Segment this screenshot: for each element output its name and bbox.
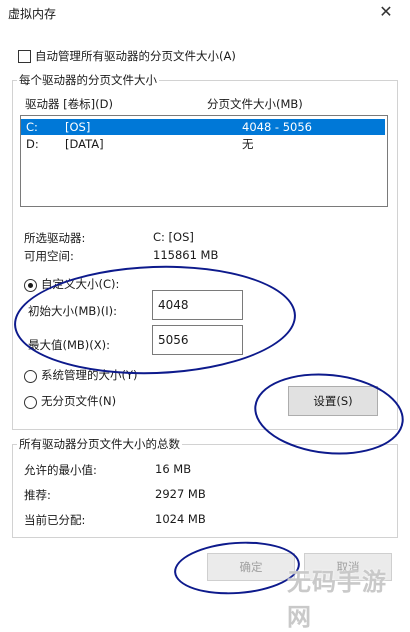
drive-row-d[interactable]: D: [DATA] 无 <box>21 136 385 152</box>
auto-manage-label[interactable]: 自动管理所有驱动器的分页文件大小(A) <box>35 48 236 64</box>
drive-paging-size: 4048 - 5056 <box>242 120 312 134</box>
drive-row-c[interactable]: C: [OS] 4048 - 5056 <box>21 119 385 135</box>
drive-paging-size: 无 <box>242 137 254 151</box>
close-icon[interactable]: ✕ <box>376 2 396 22</box>
system-managed-radio[interactable] <box>24 370 37 383</box>
annotation-oval-ok-button <box>172 537 302 599</box>
no-paging-radio[interactable] <box>24 396 37 409</box>
watermark-text: 无码手游网 <box>287 568 387 631</box>
column-header-drive: 驱动器 [卷标](D) <box>25 97 113 111</box>
drive-letter: D: <box>26 137 39 151</box>
free-space-label: 可用空间: <box>24 249 74 263</box>
column-header-size: 分页文件大小(MB) <box>207 97 303 111</box>
title-bar <box>0 0 410 26</box>
min-allowed-label: 允许的最小值: <box>24 463 97 477</box>
custom-size-radio[interactable] <box>24 279 37 292</box>
recommended-label: 推荐: <box>24 488 51 502</box>
current-allocated-value: 1024 MB <box>155 512 206 526</box>
recommended-value: 2927 MB <box>155 487 206 501</box>
window-title: 虚拟内存 <box>8 7 57 21</box>
min-allowed-value: 16 MB <box>155 462 192 476</box>
per-drive-group-title: 每个驱动器的分页文件大小 <box>17 72 159 88</box>
totals-group-title: 所有驱动器分页文件大小的总数 <box>17 436 182 452</box>
selected-drive-label: 所选驱动器: <box>24 231 86 245</box>
drive-list[interactable]: C: [OS] 4048 - 5056 D: [DATA] 无 <box>20 115 388 207</box>
drive-volume-label: [DATA] <box>65 137 104 151</box>
selected-drive-value: C: [OS] <box>153 230 194 244</box>
no-paging-label[interactable]: 无分页文件(N) <box>41 393 116 409</box>
free-space-value: 115861 MB <box>153 248 219 262</box>
drive-letter: C: <box>26 120 38 134</box>
auto-manage-checkbox[interactable] <box>18 50 31 63</box>
current-allocated-label: 当前已分配: <box>24 513 86 527</box>
drive-volume-label: [OS] <box>65 120 91 134</box>
